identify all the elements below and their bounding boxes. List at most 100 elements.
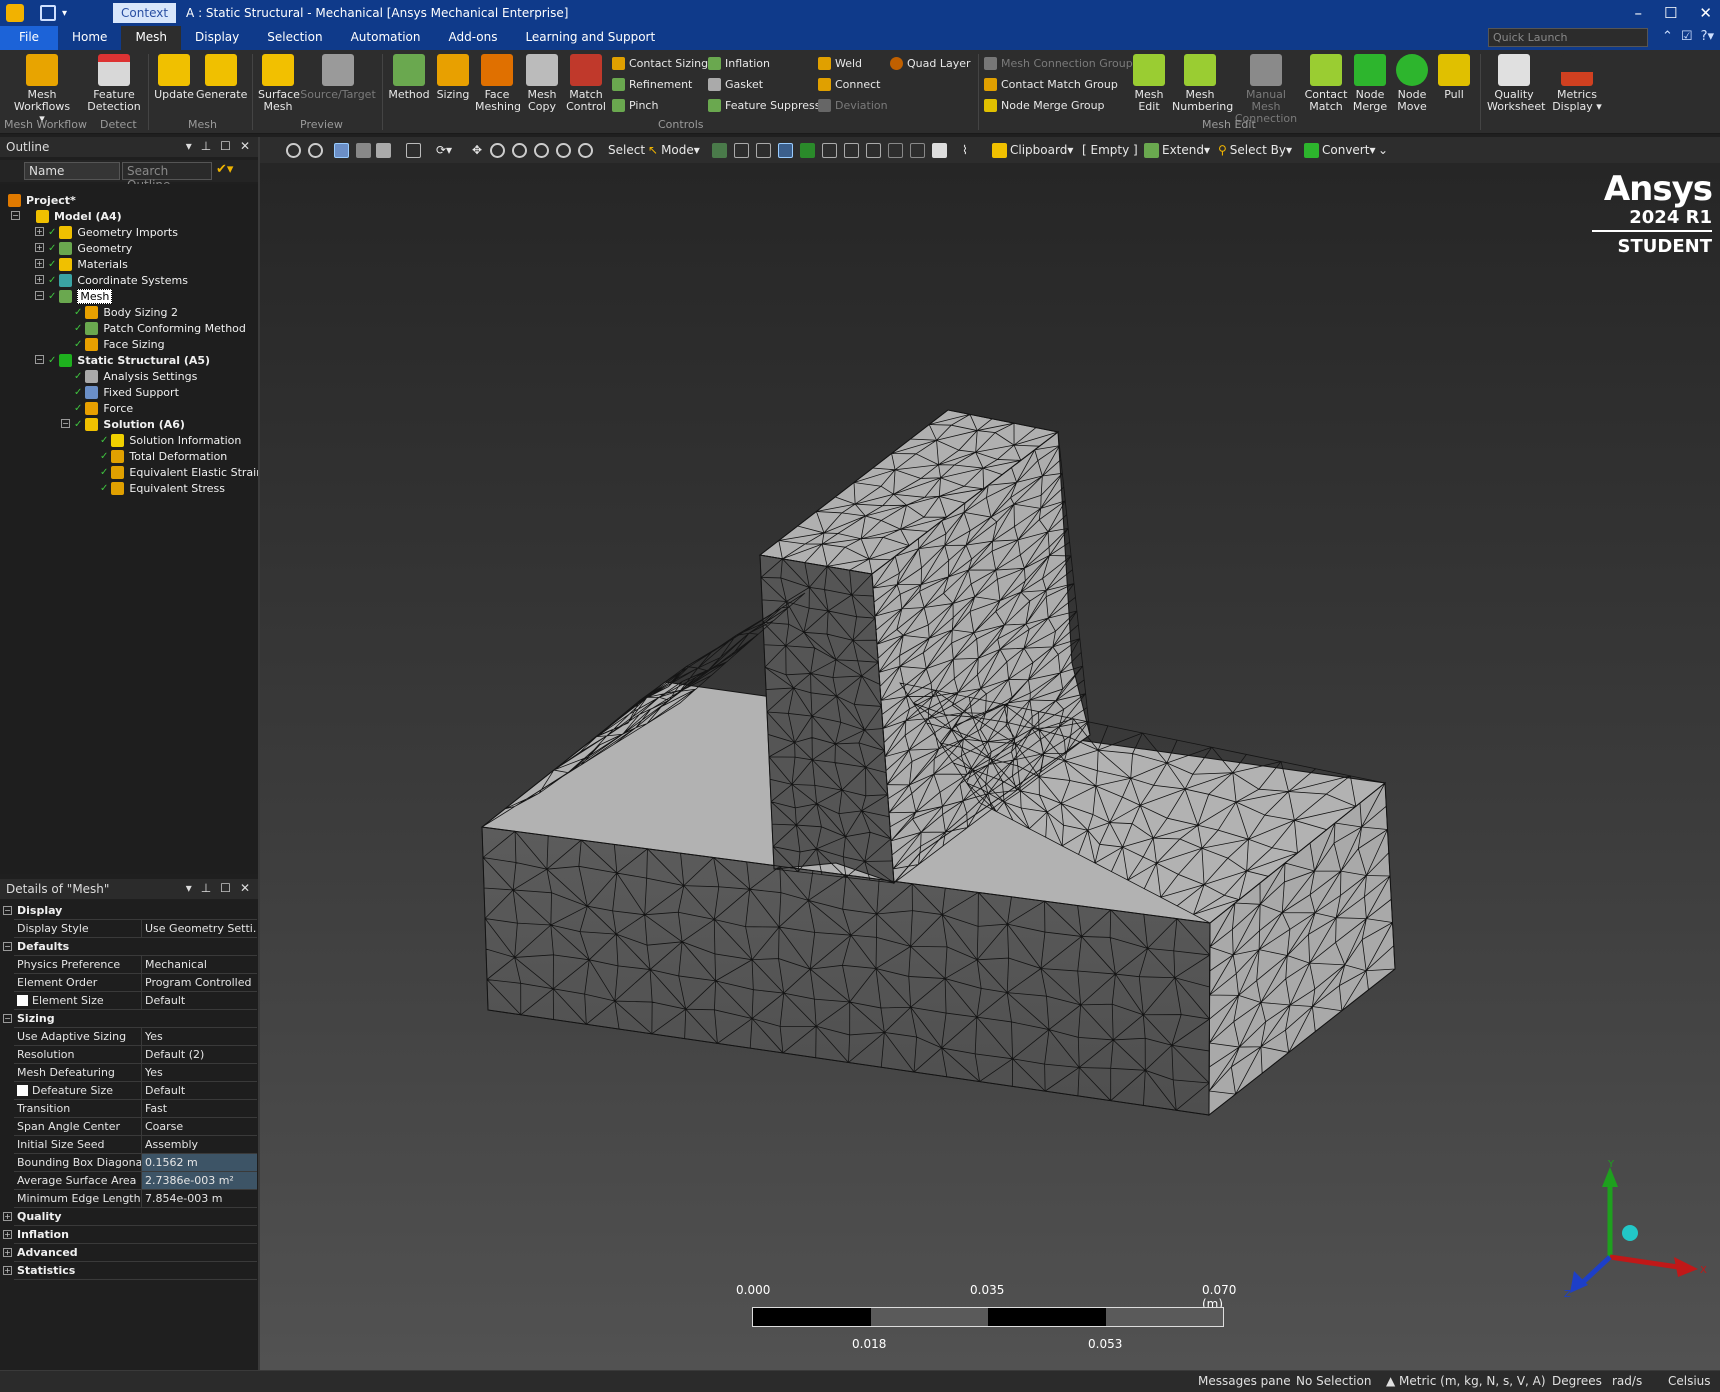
- details-value[interactable]: Yes: [142, 1064, 257, 1081]
- details-value[interactable]: Mechanical: [142, 956, 257, 973]
- help-icon[interactable]: ?▾: [1701, 29, 1714, 44]
- details-category-collapsed[interactable]: Advanced: [14, 1244, 257, 1262]
- generate-button[interactable]: Generate: [196, 50, 247, 101]
- tab-selection[interactable]: Selection: [253, 26, 336, 50]
- tree-expander-icon[interactable]: +: [35, 227, 44, 236]
- feature-suppress-button[interactable]: Feature Suppress: [708, 99, 821, 112]
- details-category-collapsed[interactable]: Inflation: [14, 1226, 257, 1244]
- quick-access-dropdown-icon[interactable]: ▾: [62, 8, 67, 19]
- tree-item-equivalent-elastic-strain[interactable]: ✓ Equivalent Elastic Strain: [100, 464, 263, 480]
- tree-expander-icon[interactable]: −: [35, 355, 44, 364]
- select-label[interactable]: Select: [608, 142, 645, 158]
- tree-item-total-deformation[interactable]: ✓ Total Deformation: [100, 448, 227, 464]
- unit-system-selector[interactable]: ▲ Metric (m, kg, N, s, V, A): [1386, 1374, 1546, 1388]
- details-value[interactable]: 2.7386e-003 m²: [142, 1172, 257, 1189]
- filter-type-select[interactable]: Name: [24, 162, 120, 180]
- details-value[interactable]: Fast: [142, 1100, 257, 1117]
- details-value[interactable]: Assembly: [142, 1136, 257, 1153]
- mesh-connection-group-button[interactable]: Mesh Connection Group: [984, 57, 1133, 70]
- details-row[interactable]: Mesh Defeaturing Yes: [14, 1064, 257, 1082]
- clipboard-dropdown[interactable]: Clipboard▾: [992, 142, 1073, 158]
- deviation-button[interactable]: Deviation: [818, 99, 888, 112]
- node-merge-group-button[interactable]: Node Merge Group: [984, 99, 1105, 112]
- shaded-view-icon[interactable]: [334, 142, 349, 158]
- tree-item-fixed-support[interactable]: ✓ Fixed Support: [74, 384, 179, 400]
- contact-sizing-button[interactable]: Contact Sizing: [612, 57, 708, 70]
- close-panel-icon[interactable]: ✕: [240, 139, 250, 153]
- select-element-icon[interactable]: [844, 142, 859, 158]
- details-value[interactable]: 7.854e-003 m: [142, 1190, 257, 1207]
- select-face-icon[interactable]: [756, 142, 771, 158]
- metrics-display-button[interactable]: Metrics Display ▾: [1548, 50, 1606, 113]
- axis-triad[interactable]: Y X Z: [1550, 1153, 1710, 1303]
- search-outline-input[interactable]: Search Outline: [122, 162, 212, 192]
- tab-file[interactable]: File: [0, 26, 58, 50]
- details-category-defaults[interactable]: Defaults: [14, 938, 257, 956]
- details-value[interactable]: Default: [142, 992, 257, 1009]
- quick-launch-input[interactable]: Quick Launch: [1488, 28, 1648, 47]
- details-value[interactable]: 0.1562 m: [142, 1154, 257, 1171]
- pin-icon[interactable]: ⊥: [201, 139, 211, 153]
- contact-match-button[interactable]: Contact Match: [1304, 50, 1348, 113]
- feature-detection-button[interactable]: Feature Detection: [86, 50, 142, 113]
- ansys-app-icon[interactable]: [6, 4, 24, 22]
- rotate-icon[interactable]: ⟳▾: [436, 142, 452, 158]
- source-target-button[interactable]: Source/Target: [300, 50, 376, 101]
- zoom-to-fit-icon[interactable]: [534, 142, 549, 158]
- maximize-panel-icon[interactable]: ☐: [220, 139, 231, 153]
- select-mode-dropdown[interactable]: ↖ Mode▾: [648, 142, 700, 158]
- details-category-sizing[interactable]: Sizing: [14, 1010, 257, 1028]
- temperature-unit-selector[interactable]: Celsius: [1668, 1374, 1711, 1388]
- tree-item-model-a4[interactable]: Model (A4): [36, 208, 122, 224]
- update-button[interactable]: Update: [152, 50, 196, 101]
- tree-item-static-structural-a5[interactable]: ✓ Static Structural (A5): [48, 352, 210, 368]
- details-expand-icon[interactable]: +: [3, 1266, 12, 1275]
- details-category-display[interactable]: Display: [14, 902, 257, 920]
- tree-item-equivalent-stress[interactable]: ✓ Equivalent Stress: [100, 480, 225, 496]
- details-row[interactable]: Element Size Default: [14, 992, 257, 1010]
- wireframe-view-icon[interactable]: [356, 142, 371, 158]
- node-move-button[interactable]: Node Move: [1392, 50, 1432, 113]
- coordinate-icon[interactable]: [888, 142, 903, 158]
- zoom-out-icon[interactable]: [286, 142, 301, 158]
- details-value[interactable]: Yes: [142, 1028, 257, 1045]
- filter-dropdown-icon[interactable]: ✔▾: [216, 162, 233, 177]
- details-row[interactable]: Defeature Size Default: [14, 1082, 257, 1100]
- tree-item-geometry[interactable]: ✓ Geometry: [48, 240, 132, 256]
- tree-item-force[interactable]: ✓ Force: [74, 400, 133, 416]
- details-row[interactable]: Transition Fast: [14, 1100, 257, 1118]
- tree-item-face-sizing[interactable]: ✓ Face Sizing: [74, 336, 165, 352]
- tree-expander-icon[interactable]: −: [61, 419, 70, 428]
- tree-item-solution-a6[interactable]: ✓ Solution (A6): [74, 416, 185, 432]
- zoom-icon[interactable]: [490, 142, 505, 158]
- edges-view-icon[interactable]: [376, 142, 391, 158]
- details-menu-icon[interactable]: ▾: [186, 881, 192, 895]
- select-mesh-icon[interactable]: [866, 142, 881, 158]
- quad-layer-button[interactable]: Quad Layer: [890, 57, 971, 70]
- pull-button[interactable]: Pull: [1434, 50, 1474, 101]
- mesh-copy-button[interactable]: Mesh Copy: [520, 50, 564, 113]
- extend-dropdown[interactable]: Extend▾: [1144, 142, 1210, 158]
- minimize-button[interactable]: –: [1634, 4, 1642, 22]
- tree-item-patch-conforming-method[interactable]: ✓ Patch Conforming Method: [74, 320, 246, 336]
- comment-icon[interactable]: [932, 142, 947, 158]
- details-row[interactable]: Initial Size Seed Assembly: [14, 1136, 257, 1154]
- tree-item-project[interactable]: Project*: [8, 192, 76, 208]
- weld-button[interactable]: Weld: [818, 57, 862, 70]
- save-icon[interactable]: [40, 5, 56, 21]
- select-element-face-icon[interactable]: [822, 142, 837, 158]
- manual-mesh-connection-button[interactable]: Manual Mesh Connection: [1230, 50, 1302, 125]
- details-expand-icon[interactable]: +: [3, 1212, 12, 1221]
- details-value[interactable]: Use Geometry Setti...: [142, 920, 257, 937]
- details-row[interactable]: Bounding Box Diagonal 0.1562 m: [14, 1154, 257, 1172]
- mesh-workflows-button[interactable]: Mesh Workflows ▾: [6, 50, 78, 125]
- zoom-in-icon[interactable]: [308, 142, 323, 158]
- maximize-panel-icon[interactable]: ☐: [220, 881, 231, 895]
- feedback-icon[interactable]: ☑: [1681, 29, 1693, 44]
- details-row[interactable]: Resolution Default (2): [14, 1046, 257, 1064]
- details-value[interactable]: Program Controlled: [142, 974, 257, 991]
- tab-automation[interactable]: Automation: [337, 26, 435, 50]
- match-control-button[interactable]: Match Control: [564, 50, 608, 113]
- chart-icon[interactable]: ⌇: [962, 142, 968, 158]
- messages-pane-link[interactable]: Messages pane: [1198, 1374, 1291, 1388]
